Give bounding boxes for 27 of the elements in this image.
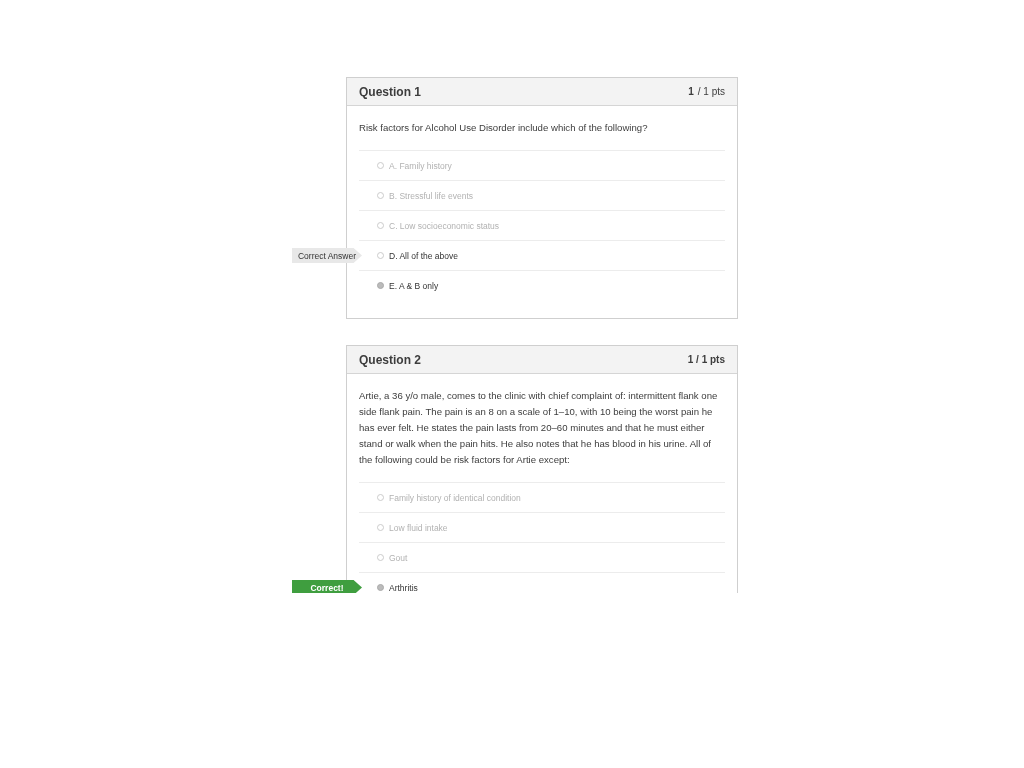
radio-button[interactable]: [377, 162, 384, 169]
answer-option: Gout: [389, 552, 408, 563]
answer-option: Arthritis: [389, 582, 418, 593]
score: 1: [688, 86, 694, 97]
radio-button[interactable]: [377, 494, 384, 501]
radio-button[interactable]: [377, 222, 384, 229]
radio-button[interactable]: [377, 554, 384, 561]
answer-option: Family history of identical condition: [389, 492, 521, 503]
radio-button[interactable]: [377, 192, 384, 199]
score: 1 / 1 pts: [687, 354, 725, 365]
radio-button[interactable]: [377, 584, 384, 591]
answer-option: B. Stressful life events: [389, 190, 474, 201]
question-title: Question 1: [359, 84, 421, 99]
points-total: / 1 pts: [697, 86, 725, 97]
question-title: Question 2: [359, 352, 421, 367]
radio-button[interactable]: [377, 252, 384, 259]
correct-answer-flag: Correct Answer: [292, 248, 362, 263]
answer-option: E. A & B only: [389, 280, 439, 291]
radio-button[interactable]: [377, 524, 384, 531]
radio-button[interactable]: [377, 282, 384, 289]
correct-flag: Correct!: [292, 580, 362, 593]
answer-option: D. All of the above: [389, 250, 458, 261]
question-text: Risk factors for Alcohol Use Disorder include which of the following?: [359, 121, 649, 135]
question-text: Artie, a 36 y/o male, comes to the clinic with chief complaint of: intermittent flank one side flank pain. The pain is an 8 on a scale of 1–10, with 10 being the worst pain he has ever felt. He states the pain lasts from 20–60 minutes and that he must either stand or walk when the pain hits. He also notes that he has blood in his urine. All of the following could be risk factors for Artie except:: [359, 389, 719, 467]
answer-option: A. Family history: [389, 160, 452, 171]
answer-option: Low fluid intake: [389, 522, 448, 533]
answer-option: C. Low socioeconomic status: [389, 220, 500, 231]
